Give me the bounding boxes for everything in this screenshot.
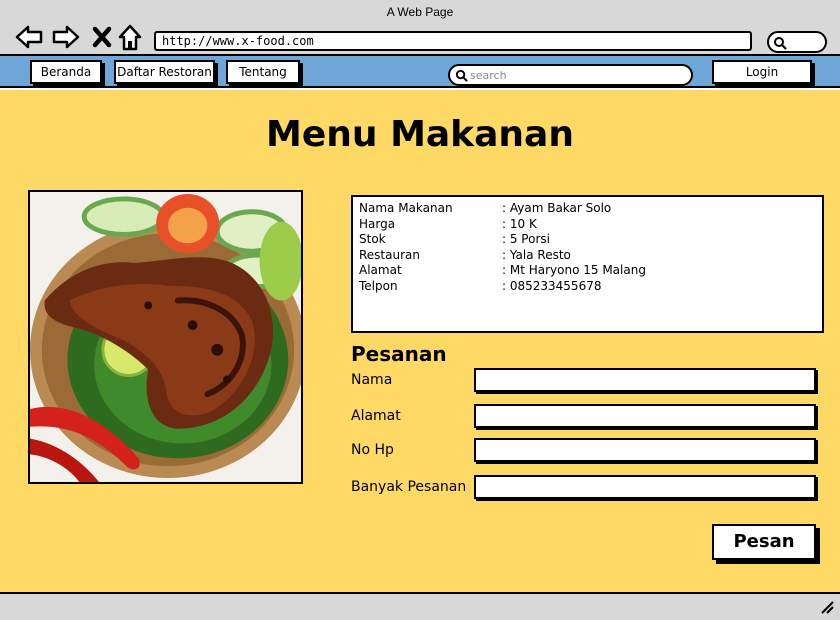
info-row: Restauran : Yala Resto bbox=[359, 248, 816, 264]
name-label: Nama bbox=[351, 372, 393, 388]
browser-chrome: A Web Page http://www.x-food.com bbox=[0, 0, 840, 56]
phone-input[interactable] bbox=[474, 438, 816, 462]
site-navbar: Beranda Daftar Restoran Tentang Login bbox=[0, 56, 840, 88]
address-bar[interactable]: http://www.x-food.com bbox=[154, 31, 752, 51]
food-info-panel: Nama Makanan : Ayam Bakar Solo Harga : 1… bbox=[351, 195, 824, 333]
quantity-input[interactable] bbox=[474, 475, 816, 499]
back-arrow-icon[interactable] bbox=[14, 22, 44, 52]
nav-item-beranda[interactable]: Beranda bbox=[30, 60, 102, 84]
home-icon[interactable] bbox=[116, 22, 146, 52]
resize-grip-icon[interactable] bbox=[820, 600, 834, 614]
site-search[interactable] bbox=[448, 64, 693, 86]
info-key: Telpon bbox=[359, 278, 398, 293]
forward-arrow-icon[interactable] bbox=[51, 22, 81, 52]
quantity-label: Banyak Pesanan bbox=[351, 479, 467, 495]
info-value: : 5 Porsi bbox=[502, 232, 550, 247]
info-key: Harga bbox=[359, 216, 396, 231]
main-content: Menu Makanan Nama Makanan: Ayam Bakar S… bbox=[0, 90, 840, 592]
info-value: : Mt Haryono 15 Malang bbox=[502, 263, 646, 278]
address-input[interactable] bbox=[474, 404, 816, 428]
info-value: : Ayam Bakar Solo bbox=[502, 201, 612, 215]
search-icon bbox=[455, 69, 468, 82]
info-row: Alamat : Mt Haryono 15 Malang bbox=[359, 263, 816, 279]
address-label: Alamat bbox=[351, 408, 401, 424]
window-title: A Web Page bbox=[386, 5, 454, 19]
site-search-input[interactable] bbox=[470, 67, 685, 83]
info-key: Nama Makanan bbox=[359, 201, 453, 215]
phone-label: No Hp bbox=[351, 442, 394, 458]
order-section-title: Pesanan bbox=[351, 342, 447, 366]
info-row: Stok : 5 Porsi bbox=[359, 232, 816, 248]
info-key: Alamat bbox=[359, 263, 402, 278]
info-value: : 085233455678 bbox=[502, 278, 602, 293]
info-key: Restauran bbox=[359, 247, 420, 262]
info-row: Telpon : 085233455678 bbox=[359, 279, 816, 295]
browser-search[interactable] bbox=[767, 31, 827, 53]
nav-item-tentang[interactable]: Tentang bbox=[226, 60, 300, 84]
order-submit-button[interactable]: Pesan bbox=[712, 524, 816, 560]
close-x-icon[interactable] bbox=[88, 22, 118, 52]
status-bar bbox=[0, 592, 840, 620]
page-title: Menu Makanan bbox=[266, 114, 574, 155]
login-button[interactable]: Login bbox=[712, 60, 812, 84]
info-row: Nama Makanan : Ayam Bakar Solo bbox=[359, 201, 816, 217]
info-value: : Yala Resto bbox=[502, 247, 571, 262]
info-key: Stok bbox=[359, 232, 386, 247]
name-input[interactable] bbox=[474, 368, 816, 392]
food-image bbox=[28, 190, 303, 484]
nav-item-daftar-restoran[interactable]: Daftar Restoran bbox=[114, 60, 215, 84]
search-icon bbox=[774, 37, 787, 50]
info-row: Harga : 10 K bbox=[359, 217, 816, 233]
info-value: : 10 K bbox=[502, 216, 537, 231]
